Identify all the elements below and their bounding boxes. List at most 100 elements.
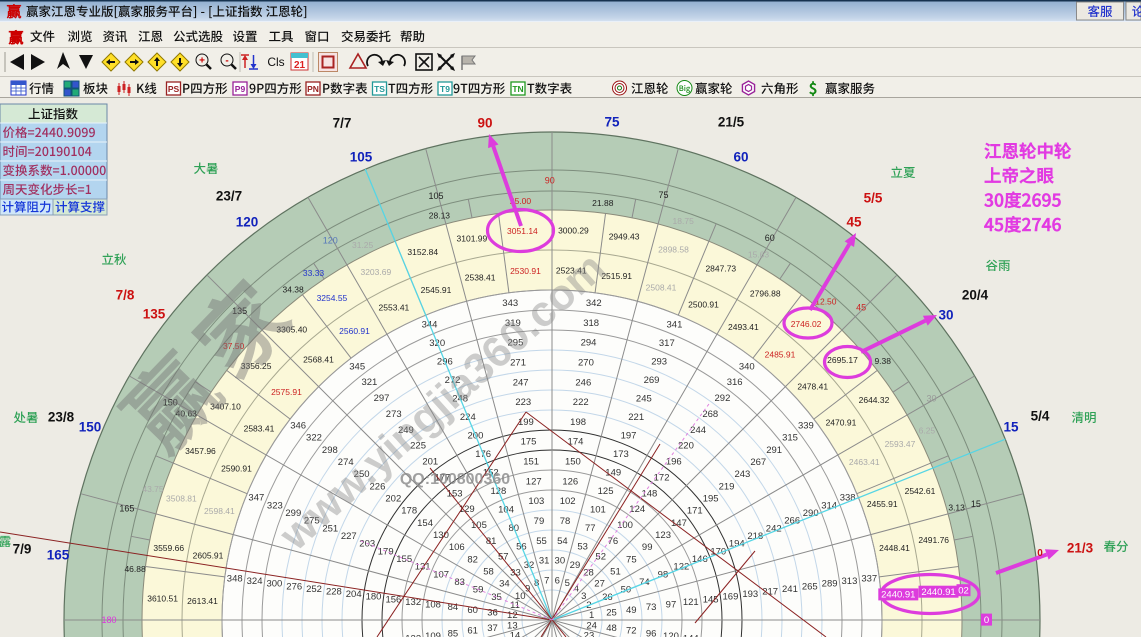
svg-text:151: 151 — [523, 457, 539, 468]
svg-text:223: 223 — [515, 397, 531, 408]
svg-text:321: 321 — [361, 377, 377, 388]
svg-text:197: 197 — [621, 430, 637, 441]
svg-text:30: 30 — [926, 393, 936, 403]
svg-text:2455.91: 2455.91 — [867, 499, 898, 509]
svg-text:3: 3 — [581, 591, 586, 602]
svg-text:243: 243 — [734, 469, 750, 480]
svg-text:228: 228 — [326, 586, 342, 597]
svg-text:135: 135 — [143, 307, 166, 322]
svg-text:322: 322 — [306, 433, 322, 444]
svg-text:2463.41: 2463.41 — [849, 457, 880, 467]
svg-text:90: 90 — [545, 176, 555, 186]
svg-text:3101.99: 3101.99 — [457, 233, 488, 243]
svg-text:14: 14 — [510, 631, 521, 637]
svg-text:25: 25 — [606, 607, 617, 618]
svg-text:21.88: 21.88 — [592, 198, 614, 208]
svg-text:31.25: 31.25 — [352, 240, 374, 250]
svg-text:0: 0 — [984, 615, 989, 626]
svg-text:2613.41: 2613.41 — [187, 596, 218, 606]
svg-text:43.75: 43.75 — [142, 484, 164, 494]
svg-text:15.63: 15.63 — [748, 249, 770, 259]
svg-text:217: 217 — [762, 586, 778, 597]
svg-text:276: 276 — [286, 581, 302, 592]
svg-text:126: 126 — [562, 476, 578, 487]
svg-text:101: 101 — [590, 504, 606, 515]
svg-text:165: 165 — [119, 503, 134, 513]
svg-text:30: 30 — [555, 556, 566, 567]
svg-text:2949.43: 2949.43 — [609, 232, 640, 242]
svg-text:7: 7 — [544, 576, 549, 587]
svg-text:199: 199 — [518, 417, 534, 428]
svg-text:45: 45 — [846, 215, 862, 230]
svg-text:298: 298 — [322, 445, 338, 456]
svg-text:57: 57 — [498, 552, 509, 563]
svg-text:54: 54 — [557, 536, 568, 547]
svg-text:3152.84: 3152.84 — [407, 247, 438, 257]
svg-text:2898.58: 2898.58 — [658, 244, 689, 254]
svg-text:195: 195 — [703, 493, 719, 504]
svg-text:48: 48 — [606, 623, 617, 634]
svg-text:120: 120 — [663, 631, 679, 637]
svg-text:174: 174 — [568, 437, 584, 448]
svg-text:175: 175 — [521, 437, 537, 448]
svg-text:339: 339 — [798, 420, 814, 431]
svg-text:02: 02 — [958, 585, 969, 596]
svg-text:78: 78 — [560, 516, 571, 527]
svg-text:T9: T9 — [440, 84, 450, 94]
svg-text:5/4: 5/4 — [1031, 409, 1050, 424]
svg-text:TS: TS — [374, 84, 385, 94]
svg-text:289: 289 — [822, 579, 838, 590]
svg-text:15: 15 — [1003, 420, 1019, 435]
svg-text:7/7: 7/7 — [333, 116, 352, 131]
svg-text:2470.91: 2470.91 — [826, 418, 857, 428]
svg-text:21/3: 21/3 — [1067, 541, 1094, 556]
svg-text:34.38: 34.38 — [282, 284, 304, 294]
svg-text:3254.55: 3254.55 — [317, 293, 348, 303]
svg-text:265: 265 — [802, 581, 818, 592]
svg-text:294: 294 — [581, 338, 597, 349]
svg-text:196: 196 — [666, 457, 682, 468]
svg-text:300: 300 — [266, 579, 282, 590]
svg-text:6: 6 — [555, 576, 560, 587]
svg-text:3051.14: 3051.14 — [507, 226, 538, 236]
svg-text:245: 245 — [636, 393, 652, 404]
svg-text:204: 204 — [346, 589, 362, 600]
svg-text:270: 270 — [578, 357, 594, 368]
svg-text:193: 193 — [742, 589, 758, 600]
svg-text:90: 90 — [477, 116, 492, 131]
svg-text:82: 82 — [467, 554, 478, 565]
svg-text:171: 171 — [687, 506, 703, 517]
svg-text:35: 35 — [491, 592, 502, 603]
svg-text:5/5: 5/5 — [864, 191, 883, 206]
svg-text:34: 34 — [499, 579, 510, 590]
svg-text:315: 315 — [782, 433, 798, 444]
svg-text:348: 348 — [227, 573, 243, 584]
svg-text:2593.47: 2593.47 — [885, 439, 916, 449]
svg-text:198: 198 — [570, 417, 586, 428]
svg-text:75: 75 — [659, 190, 669, 200]
svg-text:3508.81: 3508.81 — [166, 494, 197, 504]
svg-text:PN: PN — [307, 84, 319, 94]
svg-text:316: 316 — [727, 377, 743, 388]
svg-text:201: 201 — [422, 457, 438, 468]
svg-text:169: 169 — [723, 592, 739, 603]
svg-text:345: 345 — [349, 361, 365, 372]
svg-text:12: 12 — [507, 610, 518, 621]
svg-text:23/7: 23/7 — [216, 189, 242, 204]
svg-text:180: 180 — [366, 592, 382, 603]
svg-text:83: 83 — [454, 577, 465, 588]
svg-text:2598.41: 2598.41 — [204, 506, 235, 516]
svg-text:2796.88: 2796.88 — [750, 288, 781, 298]
svg-text:2538.41: 2538.41 — [465, 272, 496, 282]
svg-text:+: + — [199, 56, 205, 67]
svg-text:150: 150 — [79, 420, 102, 435]
svg-text:269: 269 — [644, 375, 660, 386]
svg-text:2491.76: 2491.76 — [918, 535, 949, 545]
svg-text:297: 297 — [374, 393, 390, 404]
svg-text:3.13: 3.13 — [948, 502, 965, 512]
svg-text:2553.41: 2553.41 — [379, 303, 410, 313]
svg-text:2695.17: 2695.17 — [827, 355, 858, 365]
svg-text:150: 150 — [565, 457, 581, 468]
svg-text:2560.91: 2560.91 — [339, 326, 370, 336]
svg-text:153: 153 — [447, 488, 463, 499]
